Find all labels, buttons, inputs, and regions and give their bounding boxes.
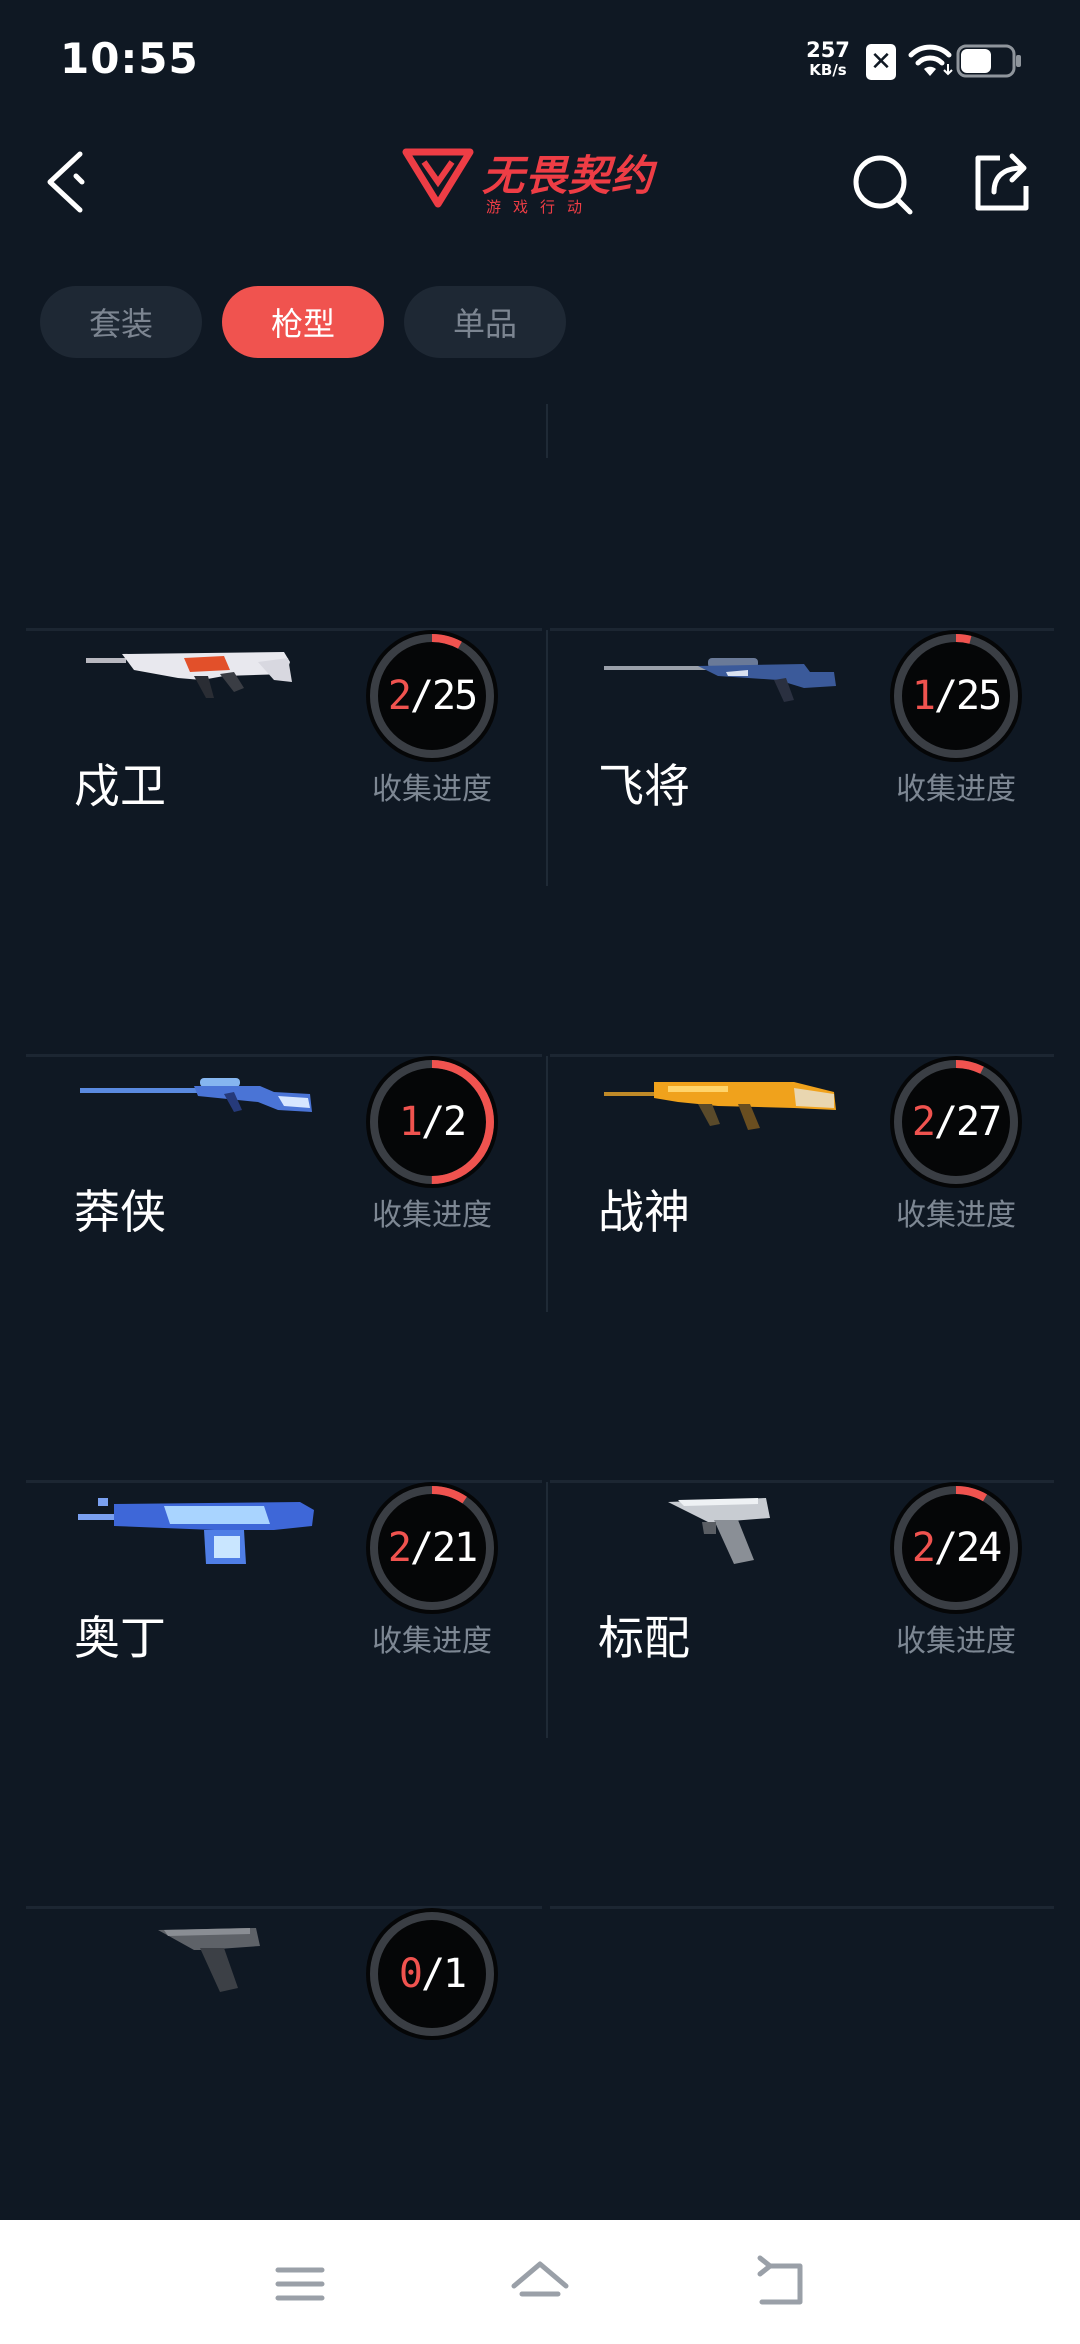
network-speed-unit: KB/s [809,61,847,79]
weapon-card-judge[interactable]: 判官 收集进度 [26,404,548,544]
collect-progress-label: 收集进度 [372,1198,492,1233]
network-speed: 257 KB/s [800,40,856,80]
pistol-icon [158,1928,260,1992]
progress-ring: 0/1 [362,1904,502,2044]
brand-logo: 无畏契约 游戏行动 [402,142,678,222]
progress-ring: 1/25 [886,626,1026,766]
weapon-card-classic[interactable]: 2/24 标配 收集进度 [550,1398,1054,1824]
weapon-card-odin[interactable]: 2/21 奥丁 收集进度 [26,1398,548,1824]
home-icon[interactable] [508,2252,572,2316]
weapon-card-pistol[interactable]: 0/1 [26,1824,546,2220]
collect-progress-label: 收集进度 [372,1624,492,1659]
weapon-card-bulldog[interactable]: 猎犬 收集进度 [550,404,1054,544]
weapon-grid: 判官 收集进度 猎犬 收集进度 [26,404,1054,2220]
tab-outfit[interactable]: 套装 [40,286,202,358]
progress-count: 0/1 [398,1951,467,1997]
progress-ring: 2/27 [886,1052,1026,1192]
network-speed-value: 257 [806,38,850,62]
battery-icon [956,44,1021,78]
column-divider [546,404,548,458]
collect-progress-label: 收集进度 [896,1624,1016,1659]
weapon-card-ares[interactable]: 2/27 战神 收集进度 [550,972,1054,1398]
row-divider [550,1906,1054,1909]
sniper-rifle-icon [604,658,836,702]
brand-name: 无畏契约 [482,151,655,200]
screen: 10:55 257 KB/s ✕ 无畏契约 游戏行动 套装 枪型 单品 2 / … [0,0,1080,2344]
search-icon[interactable] [848,150,918,220]
heavy-machine-gun-icon [78,1498,314,1564]
column-divider [546,1482,548,1738]
back-icon[interactable] [748,2252,812,2316]
marksman-rifle-icon [80,1078,312,1112]
collect-progress-label: 收集进度 [896,772,1016,807]
progress-ring: 2/24 [886,1478,1026,1618]
status-time: 10:55 [60,34,199,83]
weapon-name: 莽侠 [74,1185,166,1239]
progress-count: 1/25 [911,673,1002,719]
weapon-name: 奥丁 [74,1611,166,1665]
valorant-emblem-icon [402,148,474,208]
progress-count: 2/24 [911,1525,1002,1571]
pistol-icon [668,1498,770,1564]
weapon-name: 戍卫 [74,759,166,813]
weapon-name: 飞将 [598,759,690,813]
tab-weapon-type[interactable]: 枪型 [222,286,384,358]
tab-single-item[interactable]: 单品 [404,286,566,358]
progress-ring: 2/21 [362,1478,502,1618]
weapon-name: 标配 [598,1611,690,1665]
weapon-card-marshal[interactable]: 1/2 莽侠 收集进度 [26,972,548,1398]
weapon-name: 战神 [598,1185,690,1239]
weapon-card-guardian[interactable]: 2/25 戍卫 收集进度 [26,546,548,972]
category-tabs: 套装 枪型 单品 [40,286,566,358]
column-divider [546,1056,548,1312]
progress-count: 2/25 [387,673,478,719]
progress-count: 2/27 [911,1099,1002,1145]
status-bar: 10:55 257 KB/s ✕ [0,0,1080,120]
no-sim-icon: ✕ [866,44,896,80]
menu-icon[interactable] [268,2252,332,2316]
weapon-card-operator[interactable]: 1/25 飞将 收集进度 [550,546,1054,972]
machine-gun-icon [604,1082,836,1130]
collect-progress-label: 收集进度 [896,1198,1016,1233]
wifi-icon [908,44,953,76]
progress-ring: 1/2 [362,1052,502,1192]
progress-count: 2/21 [387,1525,478,1571]
system-nav-bar [0,2220,1080,2344]
share-icon[interactable] [966,146,1036,216]
progress-count: 1/2 [398,1099,467,1145]
rifle-icon [86,652,292,698]
brand-subtitle: 游戏行动 [486,198,595,216]
collect-progress-label: 收集进度 [372,772,492,807]
app-header: 无畏契约 游戏行动 [0,120,1080,240]
progress-ring: 2/25 [362,626,502,766]
column-divider [546,630,548,886]
back-arrow-icon[interactable] [36,144,108,216]
